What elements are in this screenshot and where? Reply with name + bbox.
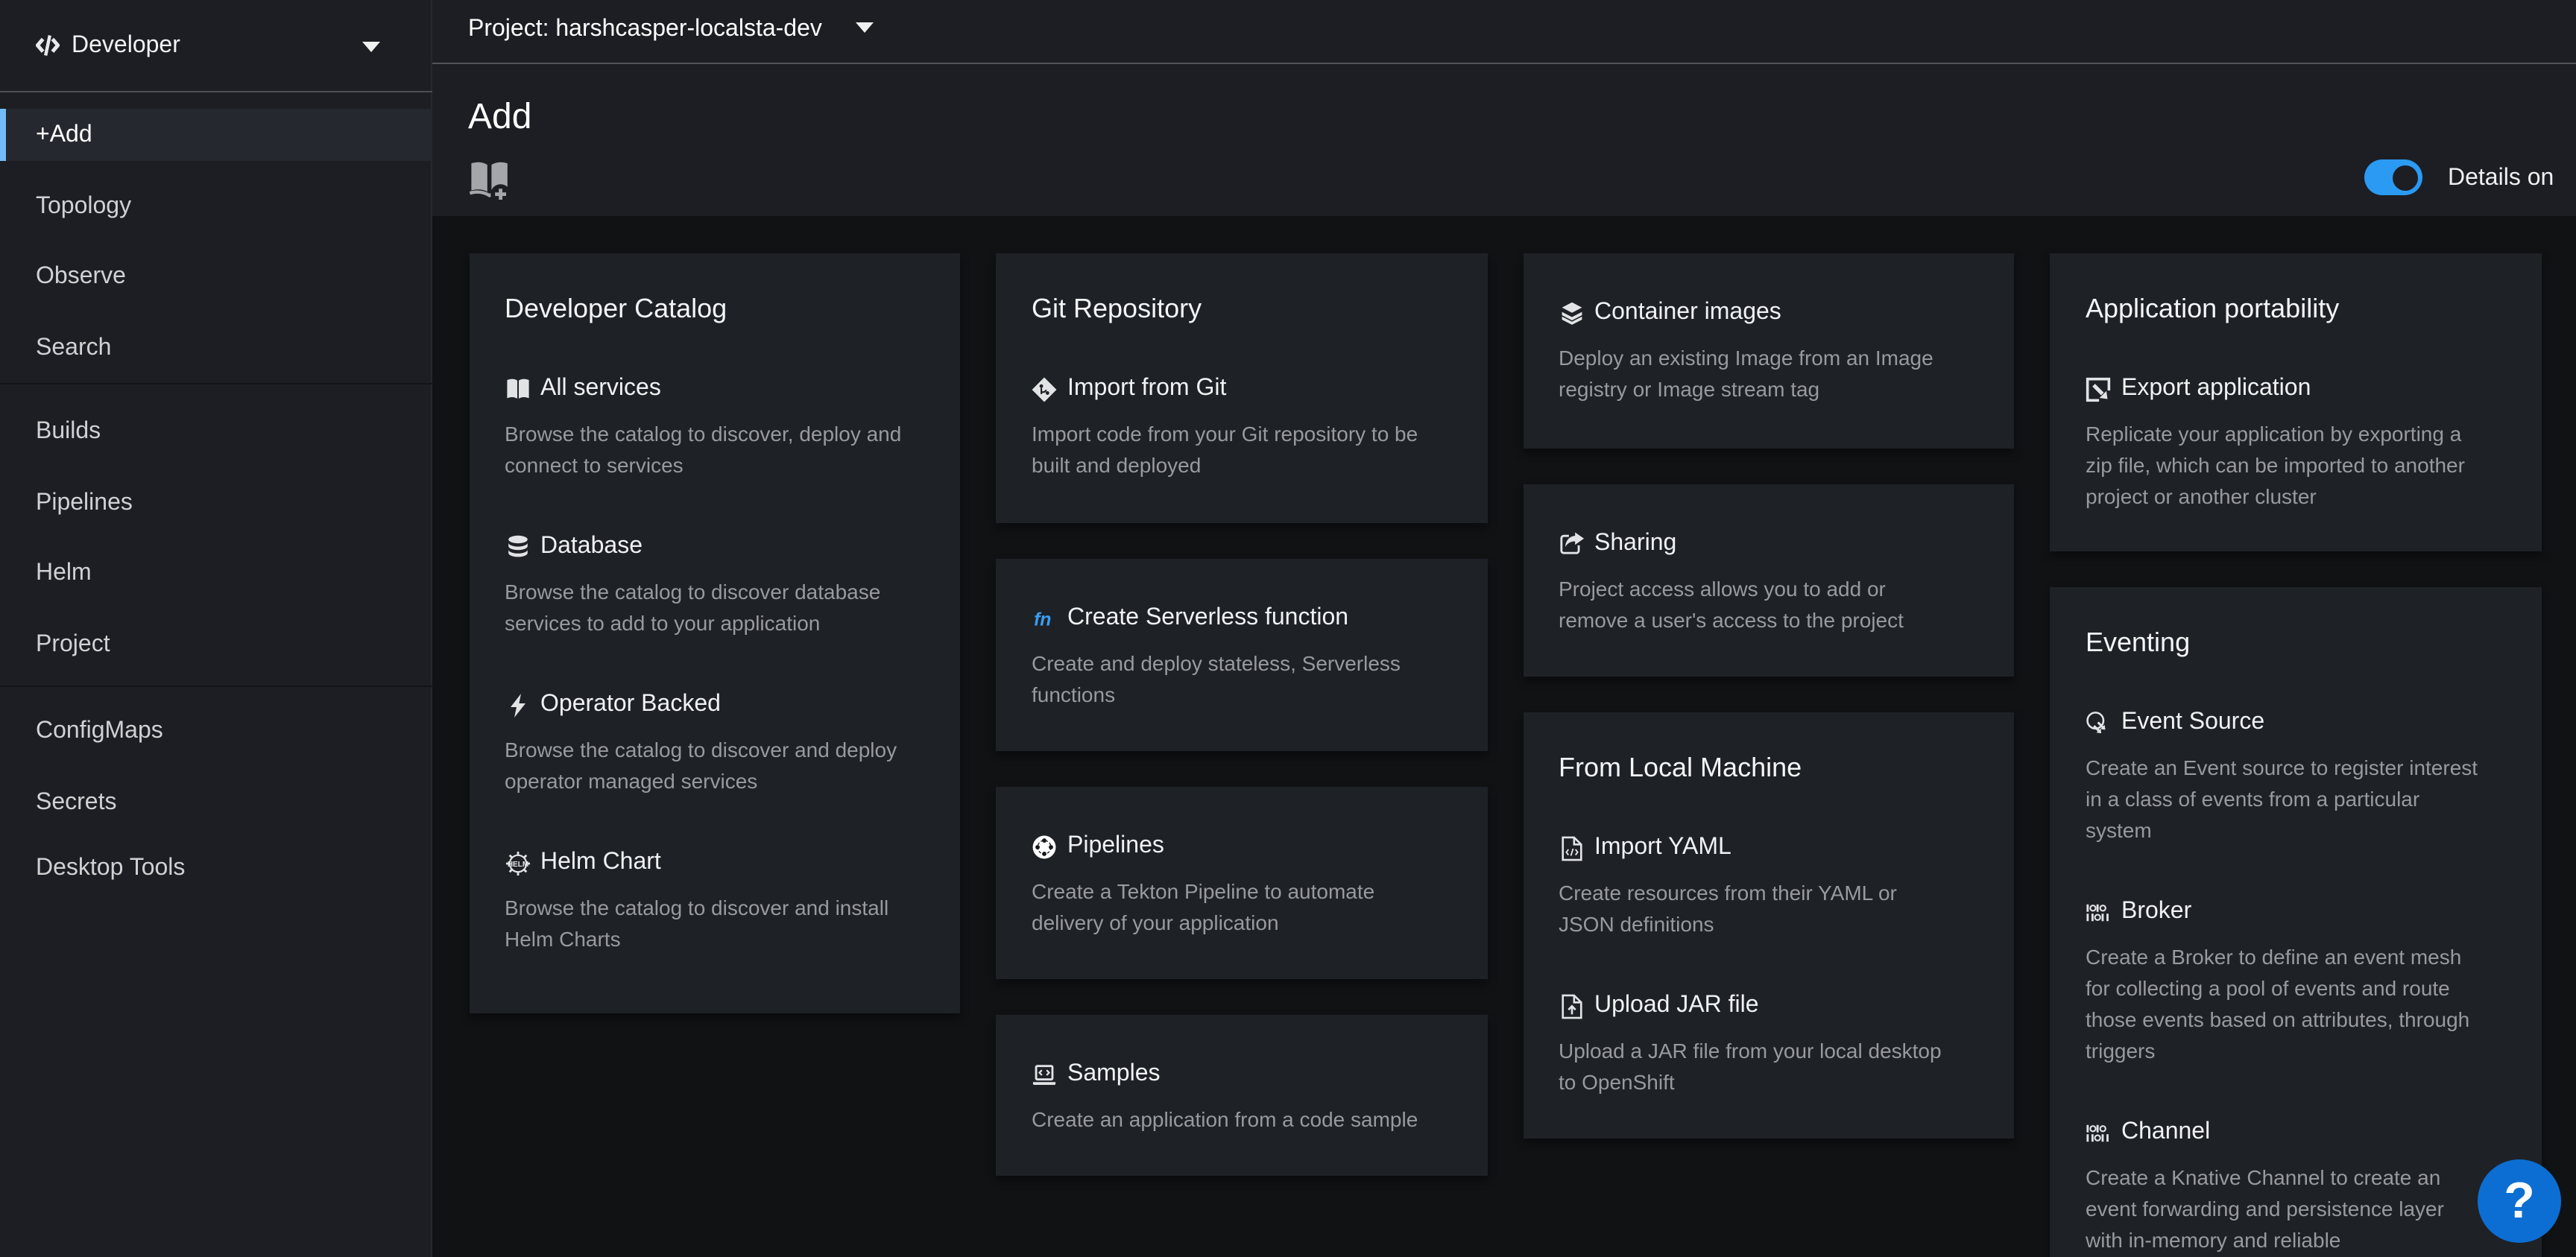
svg-text:HELM: HELM <box>507 861 528 869</box>
svg-text:fn: fn <box>1034 609 1051 630</box>
